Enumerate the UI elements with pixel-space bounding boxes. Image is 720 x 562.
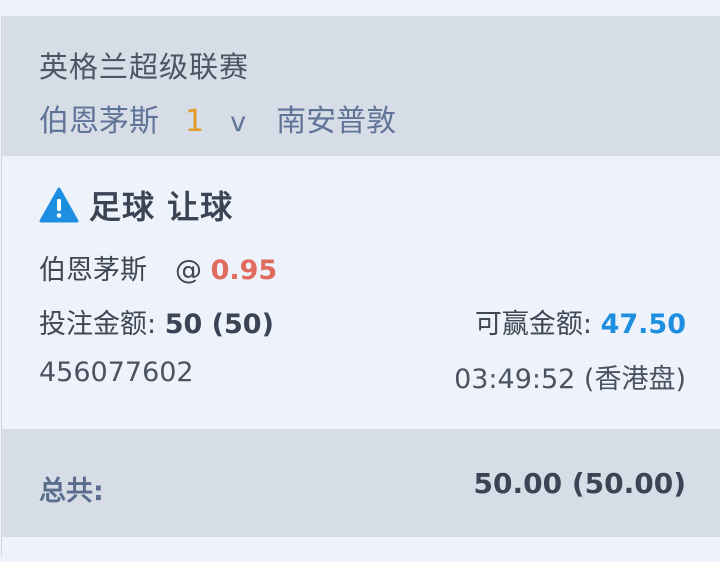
win-value: 47.50 [600,309,686,340]
total-label: 总共: [39,476,104,507]
bet-slip-card: 英格兰超级联赛 伯恩茅斯 1 v 南安普敦 足球 让球 伯恩茅斯 @ 0.95 投注金额… [1,16,720,556]
at-symbol: @ [175,255,202,286]
total-value: 50.00 (50.00) [473,467,686,500]
away-team: 南安普敦 [276,104,397,139]
selection-row: 伯恩茅斯 @ 0.95 [39,248,277,287]
league-name: 英格兰超级联赛 [39,50,250,84]
teams-row: 伯恩茅斯 1 v 南安普敦 [39,96,396,140]
market-row: 足球 让球 [39,182,233,228]
stake-info: 投注金额: 50 (50) [39,302,274,341]
vs-separator: v [230,107,247,138]
win-label: 可赢金额: [474,309,592,340]
home-team: 伯恩茅斯 [39,104,159,139]
top-strip [0,0,720,16]
bet-time: 03:49:52 (香港盘) [454,364,686,395]
selection-name: 伯恩茅斯 [39,255,147,286]
total-bar: 总共: 50.00 (50.00) [2,429,720,537]
win-info: 可赢金额: 47.50 [475,302,686,341]
match-header: 英格兰超级联赛 伯恩茅斯 1 v 南安普敦 [2,16,720,156]
warning-icon [39,187,79,223]
odds-value: 0.95 [210,255,278,286]
stake-value: 50 (50) [164,309,274,340]
match-score: 1 [185,104,205,139]
ticket-id: 456077602 [39,357,194,388]
stake-label: 投注金额: [39,309,157,340]
bet-details: 足球 让球 伯恩茅斯 @ 0.95 投注金额: 50 (50) 可赢金额: 47.… [2,156,720,429]
market-label: 足球 让球 [89,188,234,226]
